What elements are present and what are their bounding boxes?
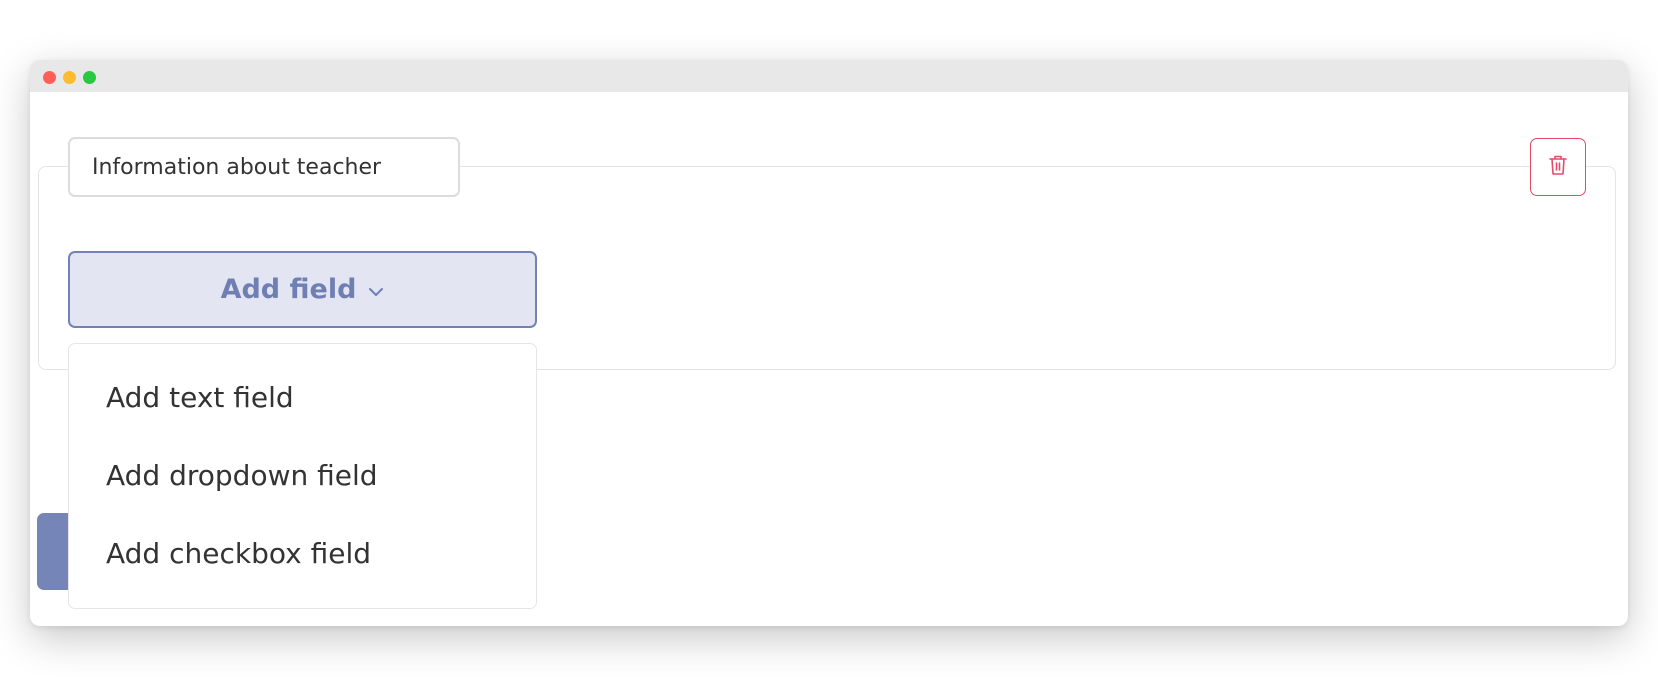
add-field-button[interactable]: Add field [68, 251, 537, 328]
maximize-window-button[interactable] [83, 71, 96, 84]
menu-item-add-checkbox-field[interactable]: Add checkbox field [69, 514, 536, 592]
browser-window: Add field Add text field Add dropdown fi… [30, 60, 1628, 626]
delete-section-button[interactable] [1530, 138, 1586, 196]
add-field-dropdown-menu: Add text field Add dropdown field Add ch… [68, 343, 537, 609]
add-field-label: Add field [220, 274, 357, 305]
menu-item-add-dropdown-field[interactable]: Add dropdown field [69, 436, 536, 514]
window-titlebar [30, 60, 1628, 92]
trash-icon [1548, 154, 1568, 180]
minimize-window-button[interactable] [63, 71, 76, 84]
section-title-input[interactable] [68, 137, 460, 197]
close-window-button[interactable] [43, 71, 56, 84]
menu-item-add-text-field[interactable]: Add text field [69, 358, 536, 436]
chevron-down-icon [368, 287, 384, 297]
